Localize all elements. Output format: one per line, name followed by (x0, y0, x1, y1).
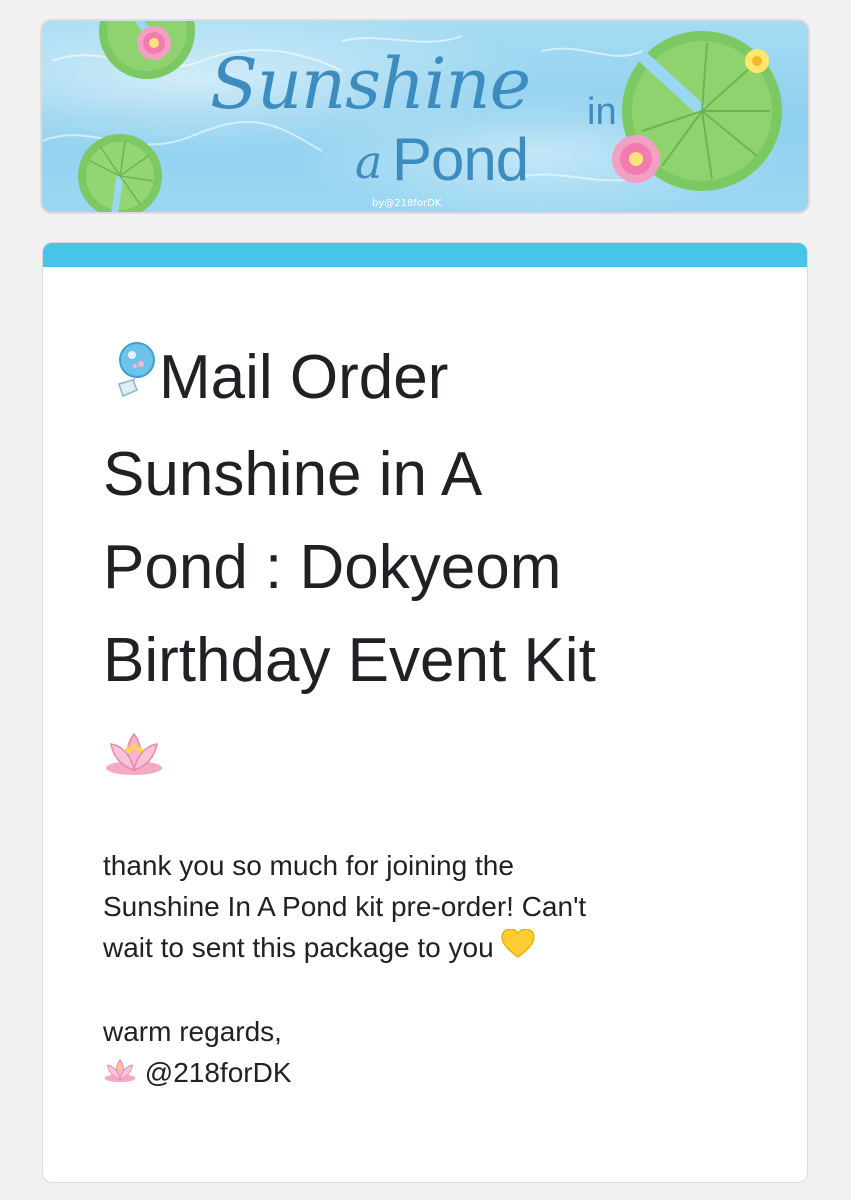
lotus-icon (103, 1054, 137, 1095)
description-line-3-text: wait to sent this package to you (103, 932, 494, 963)
description-line-5: warm regards, (103, 1016, 282, 1048)
form-description: thank you so much for joining the Sunshi… (103, 845, 763, 1095)
lotus-right (612, 135, 660, 183)
description-line-2: Sunshine In A Pond kit pre-order! Can't (103, 891, 587, 922)
banner-byline: by@218forDK (372, 198, 442, 209)
description-line-1: thank you so much for joining the (103, 850, 514, 881)
banner-title-in: in (587, 91, 617, 133)
description-blank-line (103, 970, 763, 1011)
description-line-3: wait to sent this package to you (103, 927, 763, 970)
yellow-flower (745, 49, 769, 73)
form-title-card: Mail Order Sunshine in A Pond : Dokyeom … (42, 242, 808, 1183)
banner-title-a: a (355, 135, 383, 189)
signature-handle: @218forDK (144, 1057, 292, 1089)
banner-title: Sunshine in a Pond (210, 43, 617, 193)
lily-pad-bottom-left (78, 134, 162, 212)
description-line-6: @218forDK (103, 1052, 763, 1095)
form-title-text-3: Pond : Dokyeom (103, 533, 562, 603)
form-title-text-2: Sunshine in A (103, 440, 483, 510)
form-title-text-1: Mail Order (159, 343, 449, 412)
wind-chime-icon (103, 335, 159, 428)
yellow-heart-icon (501, 928, 536, 970)
form-title-line-emoji (103, 707, 763, 804)
card-accent-bar (43, 243, 807, 267)
form-title-text-4: Birthday Event Kit (103, 626, 596, 696)
banner-title-script: Sunshine (210, 43, 531, 125)
form-title-line: Mail Order (103, 331, 763, 428)
header-banner: Sunshine in a Pond by@218forDK (40, 19, 810, 214)
banner-title-pond: Pond (392, 126, 529, 193)
form-title: Mail Order Sunshine in A Pond : Dokyeom … (103, 331, 763, 804)
lotus-icon (103, 711, 165, 804)
lotus-top-left (137, 26, 171, 60)
